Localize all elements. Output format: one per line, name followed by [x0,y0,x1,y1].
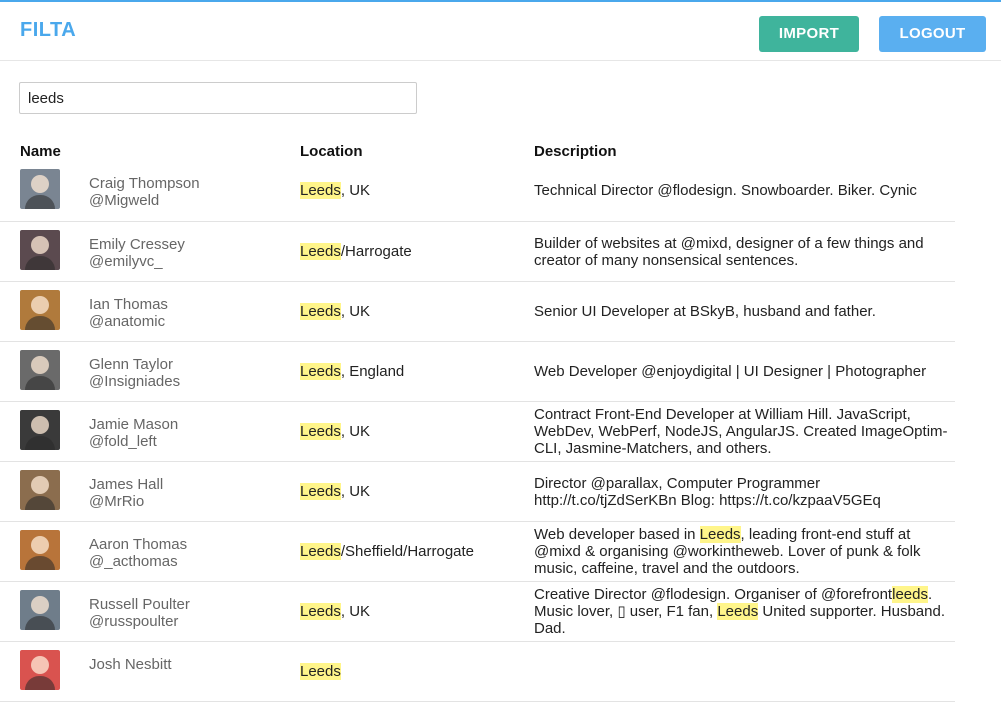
table-row[interactable]: Jamie Mason @fold_left Leeds, UK Contract F… [0,402,955,462]
user-name: Ian Thomas [89,296,168,313]
user-location: Leeds [300,642,341,701]
user-handle[interactable]: @MrRio [89,493,163,510]
user-handle[interactable]: @russpoulter [89,613,190,630]
user-names: James Hall @MrRio [89,476,163,510]
search-highlight: Leeds [300,363,341,380]
user-description: Builder of websites at @mixd, designer o… [534,234,924,269]
user-names: Glenn Taylor @Insigniades [89,356,180,390]
user-description: Director @parallax, Computer Programmer … [534,474,881,509]
avatar [20,169,60,209]
table-row[interactable]: Glenn Taylor @Insigniades Leeds, England We… [0,342,955,402]
search-highlight: leeds [892,586,928,603]
user-location: Leeds, England [300,363,405,380]
user-description: Web Developer @enjoydigital | UI Designe… [534,363,927,380]
user-name: Jamie Mason [89,416,179,433]
column-header-description: Description [534,143,617,160]
user-names: Emily Cressey @emilyvc_ [89,236,185,270]
search-highlight: Leeds [300,543,341,560]
user-location: Leeds/Harrogate [300,243,412,260]
search-highlight: Leeds [300,243,341,260]
search-highlight: Leeds [300,182,341,199]
user-name: Glenn Taylor [89,356,173,373]
results-table: Craig Thompson @Migweld Leeds, UK Technical… [0,161,1001,702]
table-row[interactable]: Ian Thomas @anatomic Leeds, UK Senior UI De… [0,282,955,342]
user-description [534,642,950,701]
avatar [20,590,60,630]
user-description: Contract Front-End Developer at William … [534,406,948,457]
user-description: Technical Director @flodesign. Snowboard… [534,182,917,199]
user-name: Russell Poulter [89,596,190,613]
user-names: Ian Thomas @anatomic [89,296,168,330]
search-highlight: Leeds [300,303,341,320]
table-row[interactable]: Emily Cressey @emilyvc_ Leeds/Harrogate Bui… [0,222,955,282]
search-highlight: Leeds [699,526,741,543]
table-row[interactable]: Josh Nesbitt Leeds [0,642,955,702]
top-bar: FILTA IMPORT LOGOUT [0,0,1001,61]
search-highlight: Leeds [300,663,341,680]
avatar [20,290,60,330]
user-description: Web developer based in Leeds, leading fr… [534,526,921,577]
user-name: Aaron Thomas [89,536,188,553]
user-name: Craig Thompson [89,175,200,192]
user-names: Jamie Mason @fold_left [89,416,178,450]
user-location: Leeds, UK [300,182,371,199]
user-handle[interactable]: @Insigniades [89,373,180,390]
brand-logo[interactable]: FILTA [20,19,76,42]
avatar [20,650,60,690]
user-names: Craig Thompson @Migweld [89,175,200,209]
user-handle[interactable]: @_acthomas [89,553,187,570]
user-location: Leeds, UK [300,423,371,440]
user-handle[interactable]: @fold_left [89,433,178,450]
column-header-name: Name [20,143,61,160]
user-handle[interactable]: @anatomic [89,313,168,330]
avatar [20,350,60,390]
user-handle[interactable]: @emilyvc_ [89,253,185,270]
column-header-location: Location [300,143,363,160]
logout-button[interactable]: LOGOUT [879,16,986,52]
table-row[interactable]: James Hall @MrRio Leeds, UK Director @paral… [0,462,955,522]
search-highlight: Leeds [300,483,341,500]
table-row[interactable]: Russell Poulter @russpoulter Leeds, UK Crea… [0,582,955,642]
search-input[interactable] [19,82,417,114]
user-names: Aaron Thomas @_acthomas [89,536,187,570]
avatar [20,410,60,450]
table-row[interactable]: Aaron Thomas @_acthomas Leeds/Sheffield/Ha… [0,522,955,582]
user-description: Creative Director @flodesign. Organiser … [534,586,945,637]
user-location: Leeds, UK [300,483,371,500]
user-description: Senior UI Developer at BSkyB, husband an… [534,303,876,320]
avatar [20,470,60,510]
user-name: James Hall [89,476,164,493]
avatar [20,230,60,270]
search-highlight: Leeds [717,603,759,620]
user-names: Russell Poulter @russpoulter [89,596,190,630]
table-row[interactable]: Craig Thompson @Migweld Leeds, UK Technical… [0,161,955,222]
user-location: Leeds, UK [300,303,371,320]
user-handle[interactable]: @Migweld [89,192,200,209]
user-location: Leeds/Sheffield/Harrogate [300,543,475,560]
user-location: Leeds, UK [300,603,371,620]
search-highlight: Leeds [300,423,341,440]
import-button[interactable]: IMPORT [759,16,859,52]
avatar [20,530,60,570]
search-highlight: Leeds [300,603,341,620]
user-name: Emily Cressey [89,236,185,253]
